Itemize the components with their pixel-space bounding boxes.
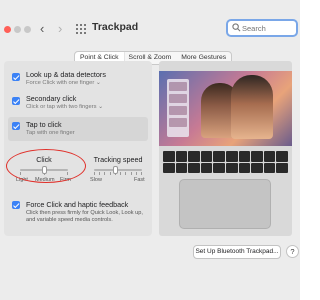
preview-keyboard — [163, 151, 288, 173]
force-click-title: Force Click and haptic feedback — [26, 200, 129, 209]
option-subtitle-dropdown[interactable]: Click or tap with two fingers ⌄ — [26, 104, 103, 110]
tracking-slider-ticks — [94, 172, 142, 176]
force-click-description: Click then press firmly for Quick Look, … — [26, 210, 143, 223]
force-click-checkbox[interactable] — [12, 201, 20, 209]
option-title: Secondary click — [26, 94, 77, 103]
look-up-checkbox[interactable] — [12, 73, 20, 81]
gesture-preview-image — [159, 61, 292, 236]
preview-photos-app — [167, 79, 189, 137]
search-field[interactable] — [226, 19, 298, 37]
search-icon — [232, 23, 241, 32]
preview-photo-person — [231, 75, 273, 139]
tracking-speed-label: Tracking speed — [93, 155, 143, 164]
option-subtitle-dropdown[interactable]: Force Click with one finger ⌄ — [26, 80, 101, 86]
zoom-button[interactable] — [24, 26, 31, 33]
help-button[interactable]: ? — [286, 245, 299, 258]
minimize-button[interactable] — [14, 26, 21, 33]
red-annotation-circle — [6, 149, 86, 183]
show-all-grid-icon[interactable] — [76, 24, 86, 34]
chevron-right-icon[interactable]: › — [58, 21, 62, 36]
preview-trackpad — [179, 179, 271, 229]
option-title: Look up & data detectors — [26, 70, 106, 79]
trackpad-preferences-window: ‹ › Trackpad Point & Click Scroll & Zoom… — [0, 0, 300, 300]
option-secondary-click[interactable]: Secondary click Click or tap with two fi… — [8, 93, 148, 117]
tracking-max-label: Fast — [134, 177, 145, 183]
window-title: Trackpad — [92, 21, 139, 33]
options-panel: Look up & data detectors Force Click wit… — [4, 61, 152, 236]
close-button[interactable] — [4, 26, 11, 33]
search-input[interactable] — [242, 22, 296, 35]
option-title: Tap to click — [26, 120, 62, 129]
tap-to-click-checkbox[interactable] — [12, 122, 20, 130]
option-look-up[interactable]: Look up & data detectors Force Click wit… — [8, 69, 148, 93]
option-tap-to-click[interactable]: Tap to click Tap with one finger — [8, 117, 148, 141]
secondary-click-checkbox[interactable] — [12, 97, 20, 105]
option-subtitle: Tap with one finger — [26, 130, 75, 136]
set-up-bluetooth-trackpad-button[interactable]: Set Up Bluetooth Trackpad... — [193, 245, 281, 259]
chevron-left-icon[interactable]: ‹ — [40, 21, 44, 36]
tracking-slider-knob[interactable] — [113, 166, 119, 174]
title-bar: ‹ › Trackpad — [0, 16, 300, 44]
tracking-min-label: Slow — [90, 177, 102, 183]
preview-laptop-screen — [159, 71, 292, 146]
